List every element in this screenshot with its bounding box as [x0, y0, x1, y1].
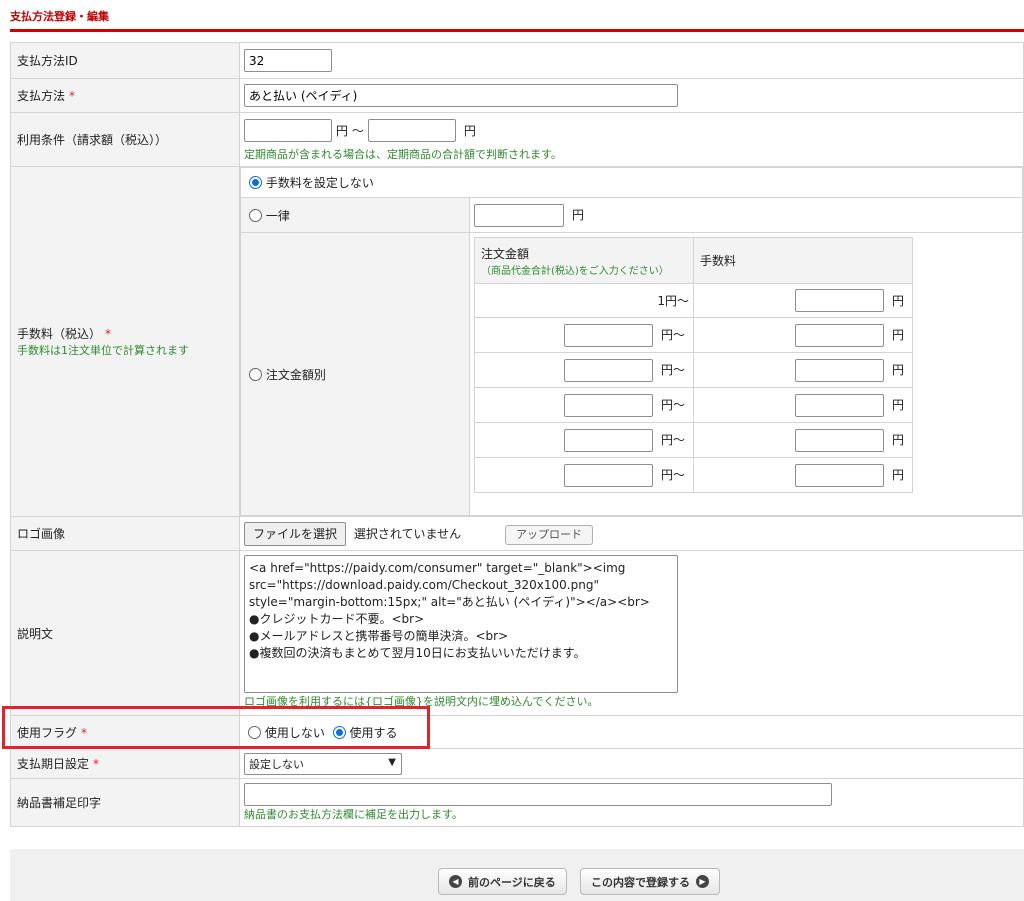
tier-fee-input[interactable]: [794, 428, 884, 452]
chevron-right-icon: ▶: [696, 875, 709, 888]
tier-amount-input[interactable]: [563, 393, 653, 417]
fee-unit: 円: [891, 328, 904, 342]
fee-unit: 円: [891, 433, 904, 447]
tier-amount-suffix: 円〜: [660, 328, 685, 342]
tier-first-amount: 1円〜: [474, 283, 694, 318]
payment-id-label: 支払方法ID: [10, 42, 240, 79]
usage-condition-note: 定期商品が含まれる場合は、定期商品の合計額で判断されます。: [244, 148, 562, 161]
tier-amount-input[interactable]: [563, 358, 653, 382]
tier-amount-suffix: 円〜: [660, 363, 685, 377]
highlight-box: [2, 706, 430, 749]
tier-amount-suffix: 円〜: [660, 433, 685, 447]
fee-none-radio[interactable]: [249, 176, 262, 189]
tier-row: 円〜 円: [474, 352, 913, 388]
tier-fee-input[interactable]: [794, 323, 884, 347]
fee-by-amount-radio[interactable]: [249, 367, 262, 381]
row-logo: ロゴ画像 ファイルを選択 選択されていません アップロード: [10, 516, 1024, 551]
tier-row: 円〜 円: [474, 422, 913, 458]
usage-max-unit: 円: [463, 123, 476, 138]
back-button[interactable]: ◀ 前のページに戻る: [438, 868, 567, 895]
title-divider: [10, 29, 1024, 32]
required-mark: *: [105, 327, 112, 341]
tier-header-amount-note: （商品代金合計(税込)をご入力ください）: [481, 265, 669, 277]
tier-amount-input[interactable]: [563, 463, 653, 487]
tier-row: 円〜 円: [474, 387, 913, 423]
tier-fee-input[interactable]: [794, 463, 884, 487]
tier-header-fee: 手数料: [693, 237, 913, 284]
due-date-label: 支払期日設定: [17, 757, 90, 771]
logo-label: ロゴ画像: [10, 516, 240, 551]
fee-flat-radio[interactable]: [249, 208, 262, 222]
payment-method-input[interactable]: [244, 84, 678, 107]
upload-button[interactable]: アップロード: [504, 524, 593, 545]
payment-method-label: 支払方法: [17, 89, 66, 103]
fee-tier-table: 注文金額 （商品代金合計(税込)をご入力ください） 手数料 1円〜 円 円〜 円…: [474, 237, 913, 493]
tier-header-amount: 注文金額: [481, 246, 530, 261]
required-mark: *: [93, 757, 100, 771]
tier-amount-suffix: 円〜: [660, 468, 685, 482]
row-delivery-note: 納品書補足印字 納品書のお支払方法欄に補足を出力します。: [10, 778, 1024, 827]
page-title: 支払方法登録・編集: [10, 10, 109, 23]
tier-row: 円〜 円: [474, 457, 913, 493]
chevron-down-icon: ▼: [388, 756, 396, 768]
description-textarea[interactable]: <a href="https://paidy.com/consumer" tar…: [244, 555, 678, 693]
back-label: 前のページに戻る: [468, 875, 556, 889]
fee-none-label: 手数料を設定しない: [265, 176, 374, 190]
tier-fee-input[interactable]: [794, 393, 884, 417]
tier-amount-input[interactable]: [563, 428, 653, 452]
row-due-date: 支払期日設定 * 設定しない ▼: [10, 748, 1024, 779]
row-usage-condition: 利用条件（請求額（税込）） 円 〜 円 定期商品が含まれる場合は、定期商品の合計額…: [10, 112, 1024, 167]
delivery-note-label: 納品書補足印字: [10, 778, 240, 827]
fee-flat-unit: 円: [572, 208, 585, 222]
row-payment-method: 支払方法 *: [10, 78, 1024, 113]
fee-unit: 円: [891, 293, 904, 308]
fee-unit: 円: [891, 363, 904, 377]
fee-options: 手数料を設定しない 一律 円 注文金額別 注文金額 （商品代金合計(税込)をご入…: [240, 167, 1023, 516]
fee-unit: 円: [891, 468, 904, 482]
submit-button[interactable]: この内容で登録する ▶: [580, 868, 720, 895]
fee-flat-input[interactable]: [474, 203, 564, 227]
fee-label: 手数料（税込）: [17, 327, 102, 341]
due-date-value: 設定しない: [249, 757, 304, 771]
description-label: 説明文: [10, 550, 240, 716]
required-mark: *: [69, 89, 76, 103]
tier-fee-input[interactable]: [794, 358, 884, 382]
choose-file-button[interactable]: ファイルを選択: [244, 521, 347, 546]
delivery-note-note: 納品書のお支払方法欄に補足を出力します。: [244, 808, 463, 821]
due-date-select[interactable]: 設定しない ▼: [244, 752, 402, 775]
row-description: 説明文 <a href="https://paidy.com/consumer"…: [10, 550, 1024, 716]
fee-note: 手数料は1注文単位で計算されます: [17, 344, 189, 357]
delivery-note-input[interactable]: [244, 783, 832, 806]
tier-row: 円〜 円: [474, 317, 913, 353]
payment-id-input[interactable]: [244, 49, 332, 72]
fee-by-amount-label: 注文金額別: [265, 367, 326, 382]
row-fee: 手数料（税込）* 手数料は1注文単位で計算されます 手数料を設定しない 一律: [10, 166, 1024, 517]
submit-label: この内容で登録する: [591, 875, 690, 889]
tier-amount-input[interactable]: [563, 323, 653, 347]
row-payment-id: 支払方法ID: [10, 42, 1024, 79]
usage-min-input[interactable]: [244, 119, 332, 142]
chevron-left-icon: ◀: [449, 875, 462, 888]
usage-max-input[interactable]: [367, 119, 456, 142]
footer-bar: ◀ 前のページに戻る この内容で登録する ▶: [10, 849, 1024, 901]
no-file-text: 選択されていません: [353, 526, 462, 541]
usage-range-separator: 円 〜: [336, 123, 364, 138]
usage-condition-label: 利用条件（請求額（税込））: [10, 112, 240, 167]
tier-row: 1円〜 円: [474, 283, 913, 318]
fee-unit: 円: [891, 398, 904, 412]
tier-fee-input[interactable]: [794, 289, 884, 312]
tier-amount-suffix: 円〜: [660, 398, 685, 412]
fee-flat-label: 一律: [265, 208, 290, 223]
